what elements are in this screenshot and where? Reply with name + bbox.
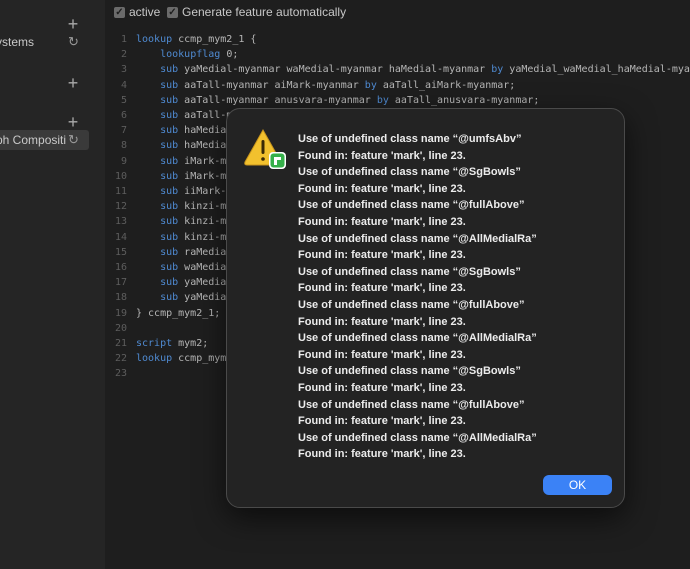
error-message-line: Use of undefined class name “@AllMedialR… (298, 431, 537, 444)
error-message-line: Use of undefined class name “@SgBowls” (298, 166, 521, 179)
error-message-line: Use of undefined class name “@fullAbove” (298, 298, 525, 311)
code-line: sub yaMedial (160, 277, 233, 289)
code-line: sub kinzi-my (160, 201, 233, 213)
error-location-line: Found in: feature 'mark', line 23. (298, 249, 466, 262)
line-number: 17 (114, 277, 127, 289)
line-number: 10 (114, 170, 127, 182)
line-number: 19 (114, 307, 127, 319)
generate-automatically-checkbox[interactable]: ✓ (167, 7, 178, 18)
code-line: sub kinzi-my (160, 216, 233, 228)
error-location-line: Found in: feature 'mark', line 23. (298, 149, 466, 162)
error-message-line: Use of undefined class name “@AllMedialR… (298, 332, 537, 345)
alert-dialog: Use of undefined class name “@umfsAbv” Fo… (226, 108, 625, 508)
line-number: 21 (114, 338, 127, 349)
add-icon[interactable]: + (66, 15, 80, 33)
error-message-line: Use of undefined class name “@umfsAbv” (298, 133, 522, 145)
line-number: 3 (120, 64, 127, 76)
code-line: script mym2; (136, 338, 209, 349)
line-number: 20 (114, 322, 127, 334)
error-location-line: Found in: feature 'mark', line 23. (298, 448, 466, 461)
line-number: 4 (120, 79, 127, 91)
active-label: active (129, 5, 161, 19)
ok-button[interactable]: OK (543, 475, 612, 495)
line-number: 12 (114, 201, 127, 213)
code-line: sub yaMedial-myanmar waMedial-myanmar ha… (160, 64, 690, 76)
code-line: sub haMedial (160, 140, 233, 152)
code-line: sub raMedial (160, 246, 233, 258)
code-line: sub waMedial (160, 262, 233, 273)
sidebar-item-label: ystems (0, 35, 35, 49)
line-number: 1 (120, 34, 127, 45)
line-number: 22 (114, 353, 127, 365)
error-message-line: Use of undefined class name “@SgBowls” (298, 365, 521, 378)
warning-icon (244, 128, 286, 169)
code-line: sub aaTall-myanmar anusvara-myanmar by a… (160, 94, 540, 106)
line-number: 15 (114, 246, 127, 258)
code-line: sub iMark-my (160, 155, 233, 167)
error-location-line: Found in: feature 'mark', line 23. (298, 215, 466, 228)
code-line: sub haMedial (160, 125, 233, 137)
refresh-icon[interactable]: ↻ (68, 130, 79, 150)
error-location-line: Found in: feature 'mark', line 23. (298, 415, 466, 428)
sidebar-item-glyph-composition[interactable]: ph Compositi ↻ (0, 130, 89, 150)
error-location-line: Found in: feature 'mark', line 23. (298, 381, 466, 394)
error-message-line: Use of undefined class name “@fullAbove” (298, 398, 525, 411)
line-number: 8 (120, 140, 127, 152)
active-checkbox[interactable]: ✓ (114, 7, 125, 18)
error-message-line: Use of undefined class name “@AllMedialR… (298, 232, 537, 245)
line-number: 2 (120, 49, 127, 61)
error-location-line: Found in: feature 'mark', line 23. (298, 282, 466, 295)
line-number: 9 (120, 155, 127, 167)
code-line: } ccmp_mym2_1; (136, 307, 221, 319)
line-number: 14 (114, 231, 127, 243)
error-message-line: Use of undefined class name “@fullAbove” (298, 199, 525, 212)
refresh-icon[interactable]: ↻ (68, 32, 79, 52)
line-number: 16 (114, 262, 127, 273)
code-line: sub iiMark-m (160, 186, 233, 197)
code-line: sub kinzi-my (160, 231, 233, 243)
add-icon[interactable]: + (66, 113, 80, 131)
error-location-line: Found in: feature 'mark', line 23. (298, 348, 466, 361)
line-number: 7 (120, 125, 127, 137)
code-line: lookup ccmp_mym2 (136, 353, 233, 365)
sidebar-item-systems[interactable]: ystems ↻ (0, 32, 105, 52)
code-line: sub aaTall-m (160, 110, 233, 121)
error-message-line: Use of undefined class name “@SgBowls” (298, 265, 521, 278)
feature-options-bar: ✓ active ✓ Generate feature automaticall… (105, 0, 690, 28)
line-number: 18 (114, 292, 127, 304)
code-line: lookup ccmp_mym2_1 { (136, 34, 257, 45)
code-line: sub iMark-my (160, 170, 233, 182)
line-number: 5 (120, 94, 127, 106)
line-number: 6 (120, 110, 127, 121)
line-number: 23 (114, 368, 127, 380)
code-line: lookupflag 0; (160, 49, 239, 61)
sidebar: + ystems ↻ + + ph Compositi ↻ (0, 0, 105, 569)
error-location-line: Found in: feature 'mark', line 23. (298, 315, 466, 328)
error-location-line: Found in: feature 'mark', line 23. (298, 182, 466, 195)
generate-automatically-label: Generate feature automatically (182, 5, 347, 19)
sidebar-item-label: ph Compositi (0, 133, 67, 147)
code-line: sub yaMedial (160, 292, 233, 304)
line-number: 11 (114, 186, 127, 197)
alert-message: Use of undefined class name “@umfsAbv” Fo… (298, 131, 608, 463)
code-line: sub aaTall-myanmar aiMark-myanmar by aaT… (160, 79, 516, 91)
line-number: 13 (114, 216, 127, 228)
add-icon[interactable]: + (66, 74, 80, 92)
